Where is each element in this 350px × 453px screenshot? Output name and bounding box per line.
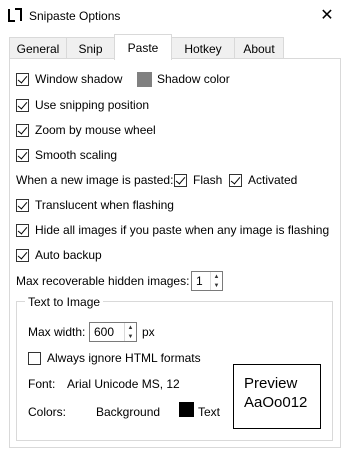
flash-label: Flash <box>193 173 223 187</box>
max-hidden-images-label: Max recoverable hidden images: <box>16 274 190 288</box>
activated-checkbox[interactable] <box>229 173 242 187</box>
window-shadow-label: Window shadow <box>35 72 123 86</box>
tab-about[interactable]: About <box>234 37 284 59</box>
colors-label: Colors: <box>28 405 67 419</box>
tab-paste[interactable]: Paste <box>114 34 172 60</box>
max-width-down-icon[interactable]: ▼ <box>125 332 136 341</box>
tab-snip[interactable]: Snip <box>66 37 115 59</box>
window-shadow-checkbox[interactable] <box>16 72 29 86</box>
ignore-html-checkbox[interactable] <box>28 351 41 365</box>
font-value-button[interactable]: Arial Unicode MS, 12 <box>67 377 180 391</box>
tab-general[interactable]: General <box>9 37 67 59</box>
zoom-mouse-wheel-label: Zoom by mouse wheel <box>35 123 156 137</box>
ignore-html-option[interactable]: Always ignore HTML formats <box>28 350 201 366</box>
max-hidden-images-value[interactable]: 1 <box>192 272 210 290</box>
text-color-swatch[interactable] <box>179 402 194 417</box>
max-width-unit: px <box>142 325 155 339</box>
max-width-up-icon[interactable]: ▲ <box>125 323 136 332</box>
hide-all-images-label: Hide all images if you paste when any im… <box>35 223 330 237</box>
text-color-label[interactable]: Text <box>198 405 220 419</box>
auto-backup-option[interactable]: Auto backup <box>16 247 102 263</box>
activated-label: Activated <box>248 173 298 187</box>
zoom-mouse-wheel-checkbox[interactable] <box>16 123 29 137</box>
max-width-value[interactable]: 600 <box>90 323 124 341</box>
font-label: Font: <box>28 377 56 391</box>
hide-all-images-option[interactable]: Hide all images if you paste when any im… <box>16 222 329 238</box>
spin-up-icon[interactable]: ▲ <box>211 272 222 281</box>
ignore-html-label: Always ignore HTML formats <box>47 351 201 365</box>
preview-line-1: Preview <box>244 375 298 392</box>
text-to-image-title: Text to Image <box>25 295 104 309</box>
use-snipping-position-option[interactable]: Use snipping position <box>16 97 149 113</box>
use-snipping-position-label: Use snipping position <box>35 98 150 112</box>
snipaste-app-icon <box>8 8 22 22</box>
translucent-flashing-checkbox[interactable] <box>16 198 29 212</box>
auto-backup-label: Auto backup <box>35 248 102 262</box>
translucent-flashing-label: Translucent when flashing <box>35 198 174 212</box>
max-width-spinbox[interactable]: 600 ▲ ▼ <box>89 322 137 342</box>
flash-checkbox[interactable] <box>174 173 187 187</box>
title-bar: Snipaste Options ✕ <box>0 0 350 32</box>
shadow-color-picker[interactable]: Shadow color <box>137 71 230 87</box>
use-snipping-position-checkbox[interactable] <box>16 98 29 112</box>
window-shadow-option[interactable]: Window shadow <box>16 71 122 87</box>
preview-line-2: AaOo012 <box>244 394 308 411</box>
spin-down-icon[interactable]: ▼ <box>211 281 222 290</box>
window-title: Snipaste Options <box>29 9 121 23</box>
spin-arrows[interactable]: ▲ ▼ <box>210 272 222 290</box>
activated-option[interactable]: Activated <box>229 172 297 188</box>
text-preview-box: Preview AaOo012 <box>233 364 321 429</box>
tab-hotkey[interactable]: Hotkey <box>171 37 235 59</box>
close-icon: ✕ <box>320 7 334 24</box>
max-hidden-images-spinbox[interactable]: 1 ▲ ▼ <box>191 271 223 291</box>
zoom-mouse-wheel-option[interactable]: Zoom by mouse wheel <box>16 122 156 138</box>
smooth-scaling-option[interactable]: Smooth scaling <box>16 147 117 163</box>
shadow-color-label: Shadow color <box>157 72 230 86</box>
auto-backup-checkbox[interactable] <box>16 248 29 262</box>
shadow-color-swatch[interactable] <box>137 71 152 87</box>
background-color-button[interactable]: Background <box>96 405 160 419</box>
smooth-scaling-label: Smooth scaling <box>35 148 118 162</box>
max-width-label: Max width: <box>28 325 86 339</box>
smooth-scaling-checkbox[interactable] <box>16 148 29 162</box>
flash-option[interactable]: Flash <box>174 172 222 188</box>
translucent-flashing-option[interactable]: Translucent when flashing <box>16 197 174 213</box>
max-width-spin-arrows[interactable]: ▲ ▼ <box>124 323 136 341</box>
new-image-pasted-label: When a new image is pasted: <box>16 173 174 187</box>
close-button[interactable]: ✕ <box>304 0 350 32</box>
hide-all-images-checkbox[interactable] <box>16 223 29 237</box>
